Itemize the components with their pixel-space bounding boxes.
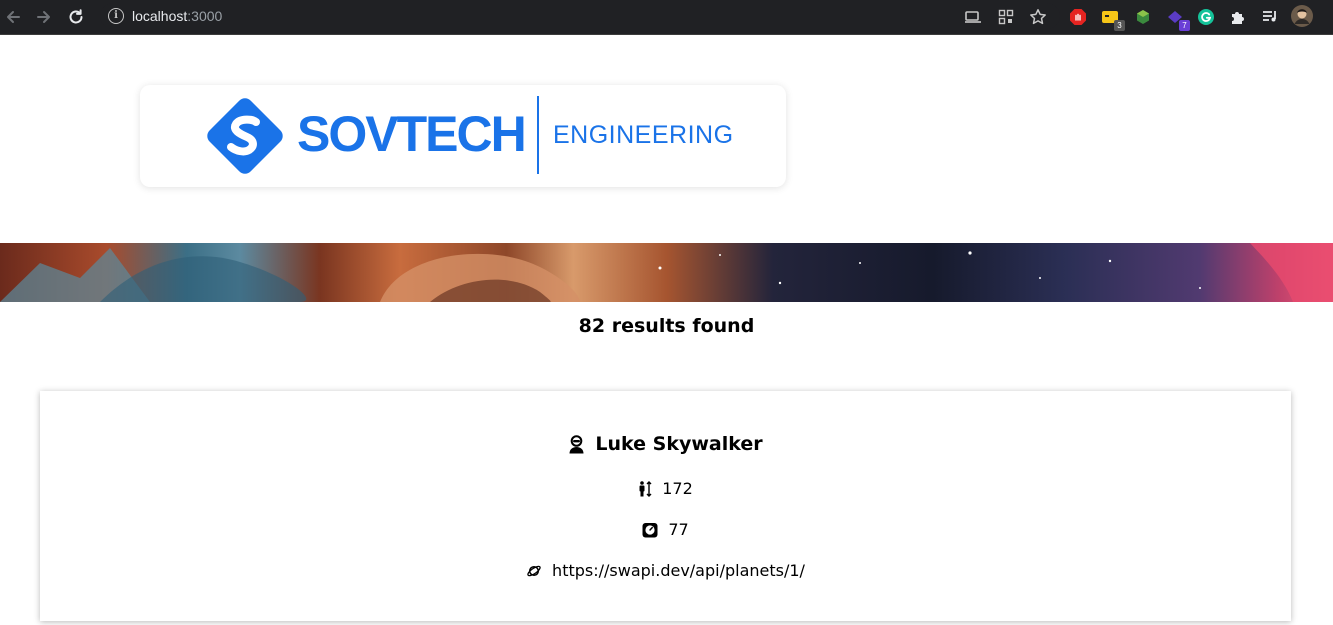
site-info-icon[interactable]: i [108, 8, 124, 24]
address-bar[interactable]: i localhost:3000 [100, 3, 1060, 29]
extensions-puzzle-icon[interactable] [1228, 7, 1248, 27]
url-text[interactable]: localhost:3000 [132, 7, 222, 25]
star-wars-banner-image [0, 243, 1333, 302]
browser-toolbar: i localhost:3000 3 7 [0, 0, 1333, 35]
media-queue-icon[interactable] [1260, 7, 1280, 27]
results-count: 82 results found [578, 315, 755, 337]
sovtech-s-logo-icon [207, 98, 283, 174]
character-name: Luke Skywalker [595, 433, 763, 455]
reload-icon[interactable] [64, 5, 88, 29]
character-homeworld-row: https://swapi.dev/api/planets/1/ [40, 560, 1291, 582]
profile-avatar-icon[interactable] [1291, 5, 1313, 27]
logo-divider [537, 96, 539, 174]
cast-icon[interactable] [963, 7, 983, 27]
adblock-icon[interactable] [1068, 7, 1088, 27]
notes-extension-icon[interactable]: 3 [1100, 7, 1125, 31]
planet-icon [526, 563, 542, 579]
qr-code-icon[interactable] [996, 7, 1016, 27]
character-height-row: 172 [40, 478, 1291, 500]
logo-brand-text: SOVTECH [297, 106, 527, 162]
character-height: 172 [662, 479, 693, 498]
bookmark-star-icon[interactable] [1028, 7, 1048, 27]
user-astronaut-icon [568, 434, 585, 454]
character-mass-row: 77 [40, 519, 1291, 541]
forward-arrow-icon[interactable] [32, 5, 56, 29]
character-homeworld[interactable]: https://swapi.dev/api/planets/1/ [552, 560, 805, 582]
character-mass: 77 [668, 520, 689, 539]
weight-scale-icon [642, 522, 658, 538]
logo-subtitle-text: ENGINEERING [553, 121, 734, 149]
sovtech-logo[interactable]: SOVTECH ENGINEERING [140, 85, 786, 187]
shape-extension-icon[interactable]: 7 [1165, 7, 1190, 31]
cube-extension-icon[interactable] [1133, 7, 1153, 27]
character-card[interactable]: Luke Skywalker 172 77 https://swapi.dev/… [40, 391, 1291, 621]
back-arrow-icon[interactable] [1, 5, 25, 29]
grammarly-icon[interactable] [1196, 7, 1216, 27]
character-name-row: Luke Skywalker [40, 431, 1291, 457]
height-icon [638, 481, 652, 497]
